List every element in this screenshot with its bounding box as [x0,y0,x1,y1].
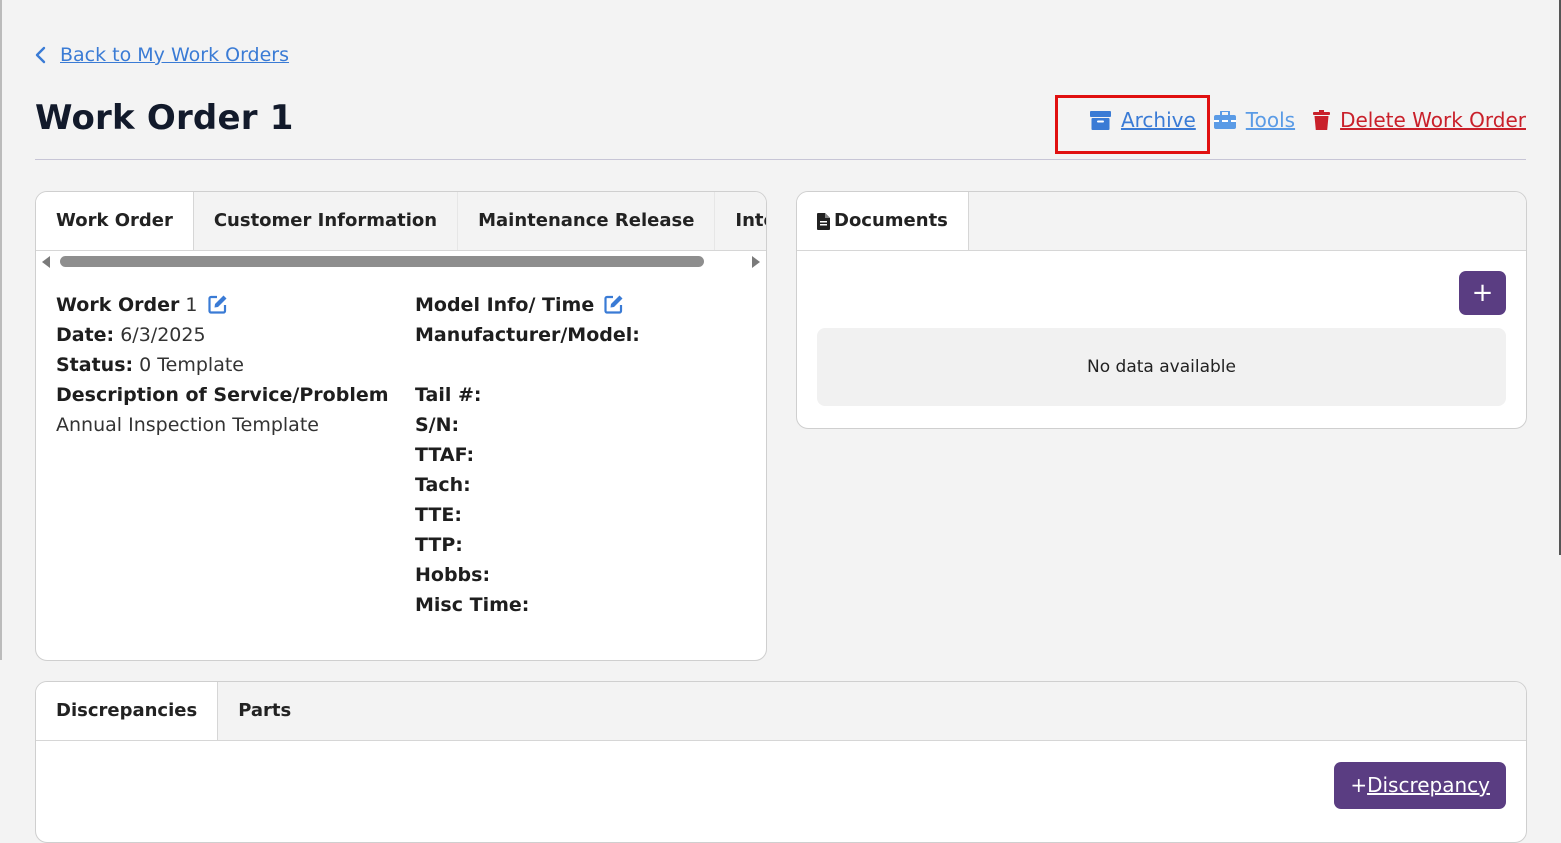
misc-time-label: Misc Time: [415,594,530,616]
tte-label: TTE: [415,504,462,526]
documents-tab-label: Documents [834,210,948,231]
work-order-label: Work Order [56,294,180,316]
date-value: 6/3/2025 [120,324,206,346]
ttaf-label: TTAF: [415,444,475,466]
tail-number-label: Tail #: [415,384,482,406]
documents-empty-state: No data available [817,328,1506,406]
trash-icon [1313,110,1331,130]
ttp-label: TTP: [415,534,463,556]
tools-label: Tools [1245,108,1296,132]
delete-work-order-button[interactable]: Delete Work Order [1313,108,1526,132]
page-title: Work Order 1 [35,98,294,138]
page-actions: Archive Tools Delete Work Order [1089,104,1526,136]
tabs-horizontal-scrollbar[interactable] [36,251,766,273]
archive-label: Archive [1120,108,1196,132]
toolbox-icon [1213,111,1236,129]
tab-documents[interactable]: Documents [797,192,969,250]
archive-icon [1089,110,1111,130]
edit-model-info-icon[interactable] [604,294,624,314]
work-order-tabs: Work Order Customer Information Maintena… [36,192,766,251]
window-left-edge [0,0,2,660]
date-label: Date: [56,324,115,346]
scroll-right-arrow-icon[interactable] [752,256,760,268]
serial-number-label: S/N: [415,414,460,436]
add-document-button[interactable]: + [1459,271,1506,315]
documents-card: Documents + No data available [796,191,1527,429]
chevron-left-icon [35,46,46,64]
archive-button[interactable]: Archive [1089,108,1196,132]
work-order-card: Work Order Customer Information Maintena… [35,191,767,661]
no-data-text: No data available [1087,357,1236,377]
tab-internal-notes[interactable]: Internal Not [715,192,766,250]
tools-button[interactable]: Tools [1213,108,1296,132]
plus-icon: + [1350,773,1368,797]
scroll-left-arrow-icon[interactable] [42,256,50,268]
description-value: Annual Inspection Template [56,414,319,436]
discrepancies-tabs: Discrepancies Parts [36,682,1526,741]
description-label: Description of Service/Problem [56,384,389,406]
tab-discrepancies[interactable]: Discrepancies [36,682,219,740]
status-value: 0 Template [139,354,244,376]
delete-label: Delete Work Order [1340,108,1526,132]
edit-work-order-icon[interactable] [207,294,228,314]
back-to-work-orders-link[interactable]: Back to My Work Orders [35,41,289,69]
scrollbar-thumb[interactable] [60,256,704,267]
work-order-details: Work Order 1 Date: 6/3/2025 Status: 0 Te… [56,290,406,440]
tab-parts[interactable]: Parts [218,682,311,740]
documents-tabs: Documents [797,192,1526,251]
header-divider [35,159,1526,160]
back-link-label: Back to My Work Orders [60,44,290,66]
add-discrepancy-button[interactable]: +Discrepancy [1334,762,1506,809]
add-discrepancy-label: Discrepancy [1367,773,1490,797]
model-info-details: Model Info/ Time Manufacturer/Model: Tai… [415,290,745,620]
tach-label: Tach: [415,474,471,496]
document-icon [817,212,830,230]
manufacturer-model-label: Manufacturer/Model: [415,324,640,346]
discrepancies-card: Discrepancies Parts +Discrepancy [35,681,1527,843]
hobbs-label: Hobbs: [415,564,491,586]
tab-work-order[interactable]: Work Order [36,192,194,250]
tab-maintenance-release[interactable]: Maintenance Release [458,192,716,250]
work-order-number: 1 [185,294,198,316]
status-label: Status: [56,354,134,376]
tab-customer-information[interactable]: Customer Information [194,192,459,250]
model-info-heading: Model Info/ Time [415,294,595,316]
